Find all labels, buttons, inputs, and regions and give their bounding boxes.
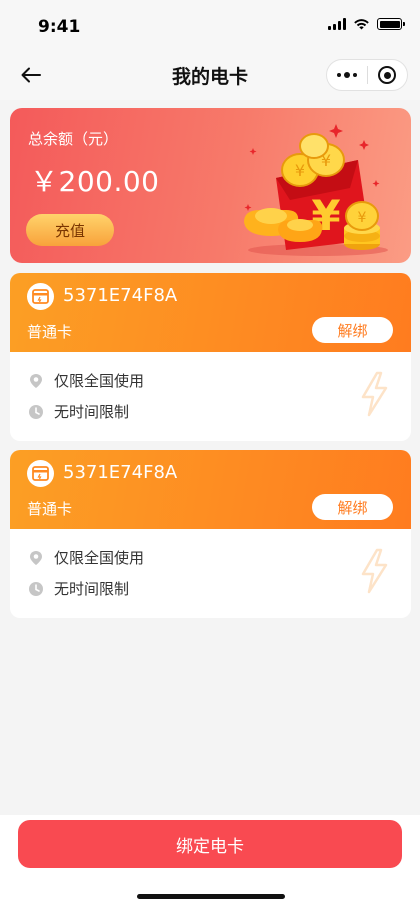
time-limit-row: 无时间限制	[28, 578, 129, 599]
electric-card: 5371E74F8A 普通卡 解绑 仅限全国使用 无时间限制	[10, 450, 411, 618]
card-icon	[27, 460, 54, 487]
svg-text:¥: ¥	[358, 210, 367, 226]
card-type: 普通卡	[27, 323, 73, 341]
wifi-icon	[354, 19, 369, 30]
card-header: 5371E74F8A 普通卡 解绑	[10, 273, 411, 352]
region-text: 仅限全国使用	[54, 549, 145, 567]
more-dots-icon	[336, 73, 341, 77]
clock-icon	[28, 581, 44, 597]
home-indicator	[137, 894, 285, 899]
status-icons	[328, 18, 405, 30]
nav-bar: 我的电卡	[0, 50, 420, 100]
lightning-bolt-icon	[361, 548, 388, 594]
time-limit-text: 无时间限制	[54, 403, 130, 421]
region-row: 仅限全国使用	[28, 370, 144, 391]
balance-amount: ￥200.00	[30, 165, 160, 198]
lightning-bolt-icon	[361, 371, 388, 417]
clock-icon	[28, 404, 44, 420]
region-row: 仅限全国使用	[28, 547, 144, 568]
status-bar: 9:41	[0, 0, 420, 50]
signal-icon	[328, 18, 346, 30]
card-type: 普通卡	[27, 500, 73, 518]
svg-text:¥: ¥	[295, 161, 305, 180]
close-button[interactable]	[368, 66, 408, 84]
bottom-bar: 绑定电卡	[0, 815, 420, 909]
bind-card-button[interactable]: 绑定电卡	[18, 820, 402, 868]
card-number: 5371E74F8A	[63, 285, 178, 306]
time-limit-text: 无时间限制	[54, 580, 130, 598]
card-number: 5371E74F8A	[63, 462, 178, 483]
recharge-button[interactable]: 充值	[26, 214, 114, 246]
miniprogram-capsule	[326, 59, 408, 91]
region-text: 仅限全国使用	[54, 372, 145, 390]
time-limit-row: 无时间限制	[28, 401, 129, 422]
unbind-button[interactable]: 解绑	[312, 494, 393, 520]
battery-icon	[377, 18, 405, 30]
status-time: 9:41	[38, 17, 81, 37]
target-icon	[378, 66, 397, 84]
card-icon	[27, 283, 54, 310]
location-pin-icon	[28, 373, 44, 389]
balance-card: 总余额（元） ￥200.00 充值 ¥ ¥ ¥ ¥	[10, 108, 411, 263]
more-button[interactable]	[327, 72, 367, 78]
card-header: 5371E74F8A 普通卡 解绑	[10, 450, 411, 529]
red-packet-illustration: ¥ ¥ ¥ ¥	[244, 124, 388, 256]
location-pin-icon	[28, 550, 44, 566]
electric-card: 5371E74F8A 普通卡 解绑 仅限全国使用 无时间限制	[10, 273, 411, 441]
unbind-button[interactable]: 解绑	[312, 317, 393, 343]
balance-label: 总余额（元）	[28, 130, 119, 148]
